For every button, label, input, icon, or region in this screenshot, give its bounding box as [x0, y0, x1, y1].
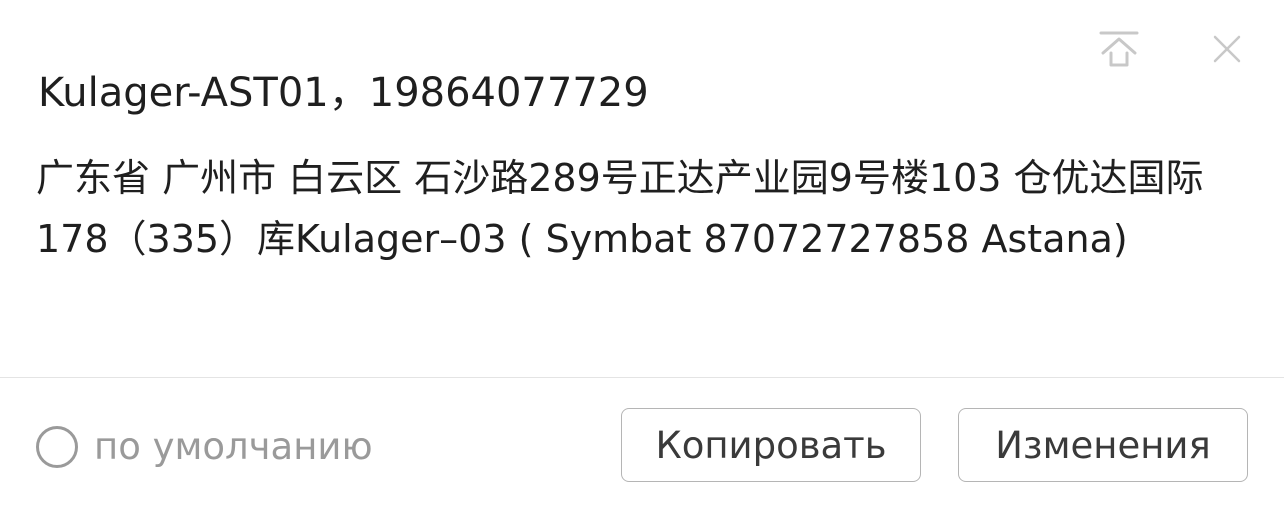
close-button[interactable]	[1200, 22, 1254, 76]
divider	[0, 377, 1284, 378]
card-toolbar	[1092, 22, 1254, 76]
copy-button[interactable]: Копировать	[621, 408, 921, 482]
edit-button[interactable]: Изменения	[958, 408, 1248, 482]
default-radio-button[interactable]	[36, 426, 78, 468]
address-text: 广东省 广州市 白云区 石沙路289号正达产业园9号楼103 仓优达国际178（…	[36, 156, 1204, 261]
default-address-toggle[interactable]: по умолчанию	[36, 422, 373, 472]
close-icon	[1213, 35, 1241, 63]
contact-name-phone: Kulager-AST01，19864077729	[38, 70, 649, 116]
address-card: Kulager-AST01，19864077729 广东省 广州市 白云区 石沙…	[0, 0, 1284, 514]
pin-to-top-icon	[1099, 31, 1139, 67]
pin-to-top-button[interactable]	[1092, 22, 1146, 76]
default-label: по умолчанию	[94, 425, 373, 468]
